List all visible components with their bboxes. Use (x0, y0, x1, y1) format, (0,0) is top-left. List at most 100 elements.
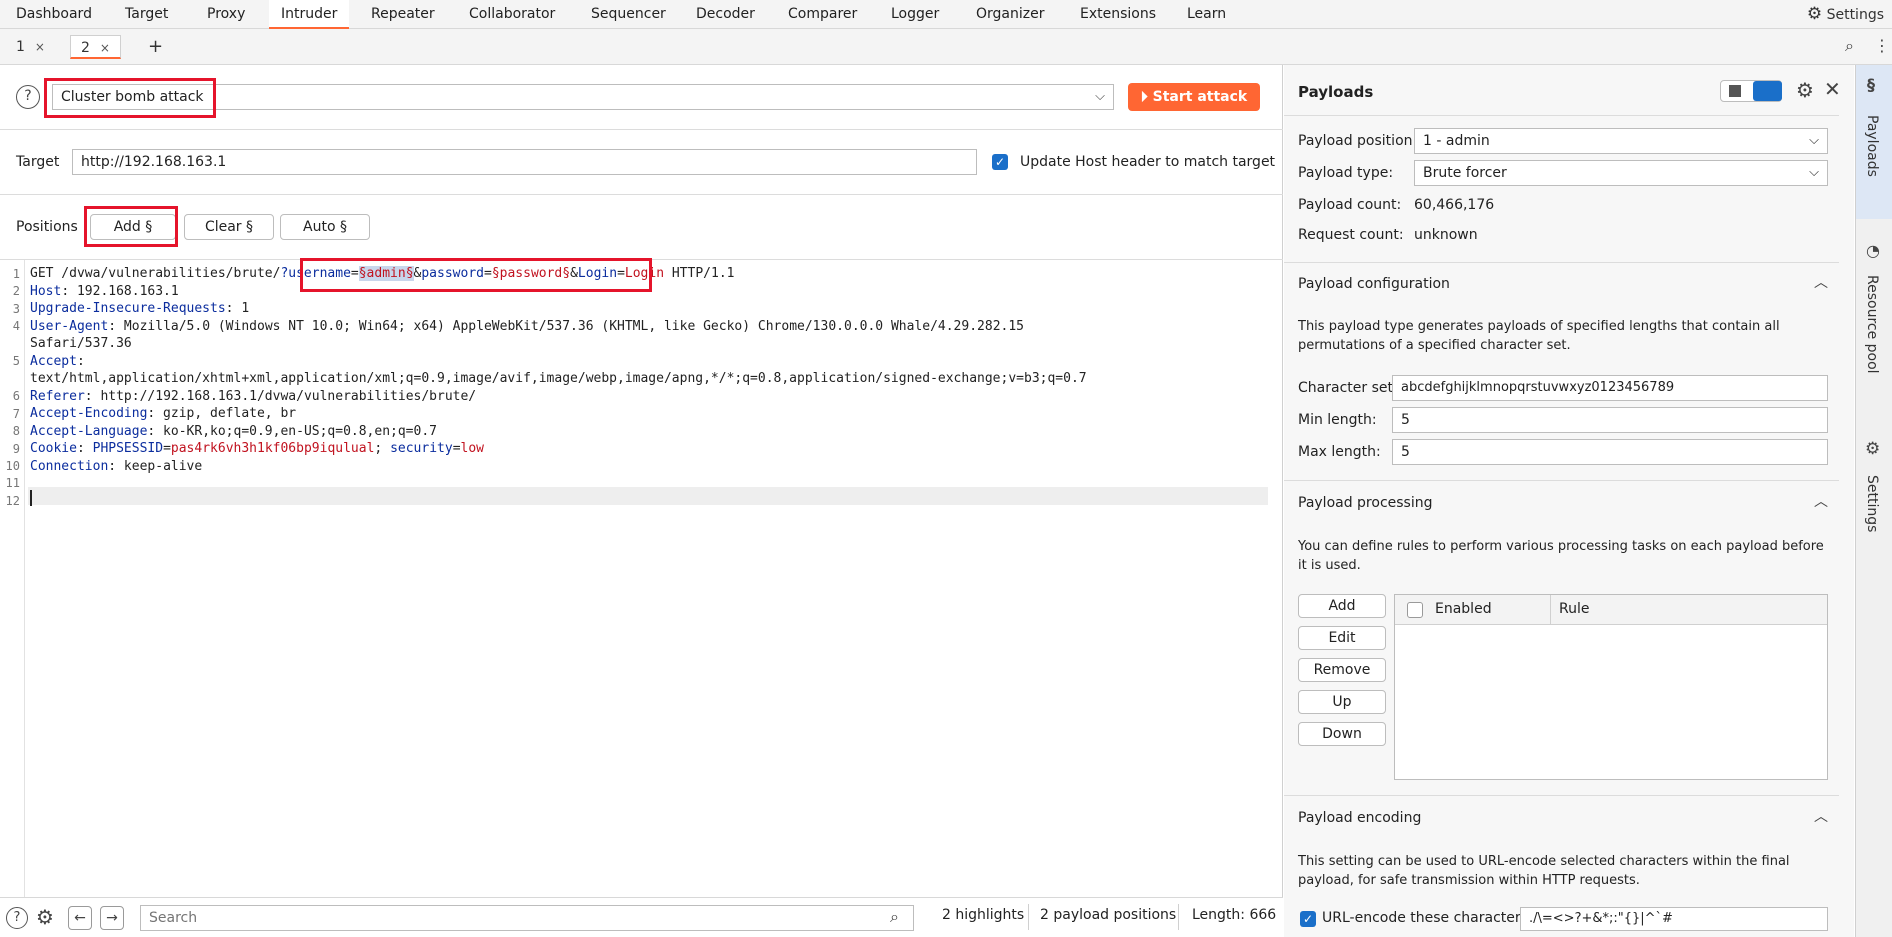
menu-decoder[interactable]: Decoder (684, 0, 767, 29)
help-icon[interactable]: ? (16, 85, 40, 109)
header-value: : ko-KR,ko;q=0.9,en-US;q=0.8,en;q=0.7 (147, 424, 437, 439)
list-view-icon[interactable] (1729, 85, 1741, 97)
url-encode-input[interactable]: ./\=<>?+&*;:"{}|^`# (1520, 907, 1828, 931)
rail-tab-payloads[interactable]: § Payloads (1856, 65, 1892, 219)
tab-1[interactable]: 1 × (6, 35, 55, 59)
menu-collaborator[interactable]: Collaborator (457, 0, 567, 29)
menu-logger[interactable]: Logger (879, 0, 951, 29)
more-options-icon[interactable]: ⋮ (1874, 38, 1890, 54)
gear-icon[interactable]: ⚙ (36, 907, 54, 927)
clear-marker-button[interactable]: Clear § (184, 214, 274, 240)
tab-2[interactable]: 2 × (70, 35, 121, 59)
highlight-box-add (84, 206, 178, 247)
close-icon[interactable]: × (100, 41, 110, 55)
search-icon[interactable]: ⌕ (1845, 38, 1854, 54)
header-value: : 192.168.163.1 (61, 284, 179, 299)
gutter-divider (24, 260, 25, 897)
request-method-path: GET /dvwa/vulnerabilities/brute/ (30, 266, 281, 281)
payload-type-select[interactable]: Brute forcer ⌵ (1414, 160, 1828, 186)
rail-tab-settings[interactable]: ⚙ Settings (1856, 435, 1892, 555)
payload-processing-title: Payload processing (1298, 495, 1433, 511)
search-input[interactable] (140, 905, 914, 931)
tab-label: 1 (16, 39, 25, 55)
header-key: Accept-Language (30, 424, 148, 439)
close-icon[interactable]: × (35, 40, 45, 54)
header-value: : keep-alive (108, 459, 203, 474)
payload-count-value: 60,466,176 (1414, 197, 1495, 213)
col-rule: Rule (1559, 601, 1590, 617)
divider (1284, 480, 1839, 481)
chevron-up-icon[interactable]: ︿ (1814, 495, 1828, 509)
max-length-input[interactable]: 5 (1392, 439, 1828, 465)
header-value: : gzip, deflate, br (147, 406, 297, 421)
intruder-tab-bar: 1 × 2 × + ⌕ ⋮ (0, 29, 1892, 65)
url-encode-checkbox[interactable]: ✓ (1300, 911, 1316, 927)
payload-position-value: 1 - admin (1423, 133, 1490, 149)
arrow-right-icon[interactable]: → (100, 906, 124, 930)
divider (1284, 115, 1839, 116)
request-editor[interactable]: 1 2 3 4 5 6 7 8 9 10 11 12 GET /dvwa/vul… (0, 258, 1270, 897)
line-number: 12 (5, 494, 20, 508)
menu-target[interactable]: Target (113, 0, 180, 29)
cookie-eq: = (163, 441, 171, 456)
header-key: Referer (30, 389, 85, 404)
chevron-up-icon[interactable]: ︿ (1814, 810, 1828, 824)
header-accept-encoding: Accept-Encoding: gzip, deflate, br (30, 406, 296, 421)
line-number: 4 (12, 319, 20, 333)
rule-add-button[interactable]: Add (1298, 594, 1386, 618)
gear-icon: ⚙ (1865, 439, 1881, 459)
rules-table-header: Enabled Rule (1395, 595, 1827, 625)
header-value: : 1 (225, 301, 250, 316)
line-number: 3 (12, 302, 20, 316)
start-attack-button[interactable]: ⏵ Start attack (1128, 83, 1260, 111)
payload-encoding-desc: This setting can be used to URL-encode s… (1298, 854, 1790, 888)
add-tab-button[interactable]: + (138, 35, 173, 59)
menu-repeater[interactable]: Repeater (359, 0, 447, 29)
menu-comparer[interactable]: Comparer (776, 0, 869, 29)
menu-sequencer[interactable]: Sequencer (579, 0, 678, 29)
max-length-label: Max length: (1298, 444, 1381, 460)
request-count-value: unknown (1414, 227, 1478, 243)
rules-table: Enabled Rule (1394, 594, 1828, 780)
header-connection: Connection: keep-alive (30, 459, 202, 474)
split-view-icon[interactable] (1753, 81, 1782, 101)
rule-up-button[interactable]: Up (1298, 690, 1386, 714)
settings-label: Settings (1826, 7, 1884, 23)
help-icon[interactable]: ? (6, 907, 28, 929)
rail-tab-resource-pool[interactable]: ◔ Resource pool (1856, 237, 1892, 387)
close-icon[interactable]: ✕ (1824, 79, 1841, 99)
cookie-eq: = (452, 441, 461, 456)
character-set-input[interactable]: abcdefghijklmnopqrstuvwxyz0123456789 (1392, 375, 1828, 401)
gear-icon[interactable]: ⚙ (1796, 80, 1814, 100)
settings-button[interactable]: ⚙ Settings (1807, 0, 1884, 29)
menu-organizer[interactable]: Organizer (964, 0, 1056, 29)
enable-all-checkbox[interactable] (1407, 602, 1423, 618)
min-length-input[interactable]: 5 (1392, 407, 1828, 433)
rail-payloads-label: Payloads (1864, 115, 1880, 177)
cookie-value: low (460, 441, 484, 456)
menu-extensions[interactable]: Extensions (1068, 0, 1168, 29)
character-set-label: Character set: (1298, 380, 1398, 396)
target-url-input[interactable]: http://192.168.163.1 (72, 149, 977, 175)
pie-chart-icon: ◔ (1866, 241, 1880, 260)
menu-learn[interactable]: Learn (1175, 0, 1238, 29)
layout-toggle[interactable] (1720, 80, 1782, 102)
payload-position-select[interactable]: 1 - admin ⌵ (1414, 128, 1828, 154)
update-host-label: Update Host header to match target (1020, 154, 1276, 170)
payload-processing-desc: You can define rules to perform various … (1298, 539, 1824, 573)
rule-remove-button[interactable]: Remove (1298, 658, 1386, 682)
header-cookie: Cookie: PHPSESSID=pas4rk6vh3h1kf06bp9iqu… (30, 441, 484, 456)
menu-proxy[interactable]: Proxy (195, 0, 257, 29)
rule-edit-button[interactable]: Edit (1298, 626, 1386, 650)
payload-type-label: Payload type: (1298, 165, 1394, 181)
rule-down-button[interactable]: Down (1298, 722, 1386, 746)
rail-settings-label: Settings (1864, 475, 1880, 533)
arrow-left-icon[interactable]: ← (68, 906, 92, 930)
auto-marker-button[interactable]: Auto § (280, 214, 370, 240)
chevron-up-icon[interactable]: ︿ (1814, 276, 1828, 290)
menu-dashboard[interactable]: Dashboard (4, 0, 104, 29)
menu-intruder[interactable]: Intruder (269, 0, 350, 29)
update-host-checkbox[interactable]: ✓ (992, 154, 1008, 170)
header-key: Accept-Encoding (30, 406, 148, 421)
divider (1284, 262, 1839, 263)
